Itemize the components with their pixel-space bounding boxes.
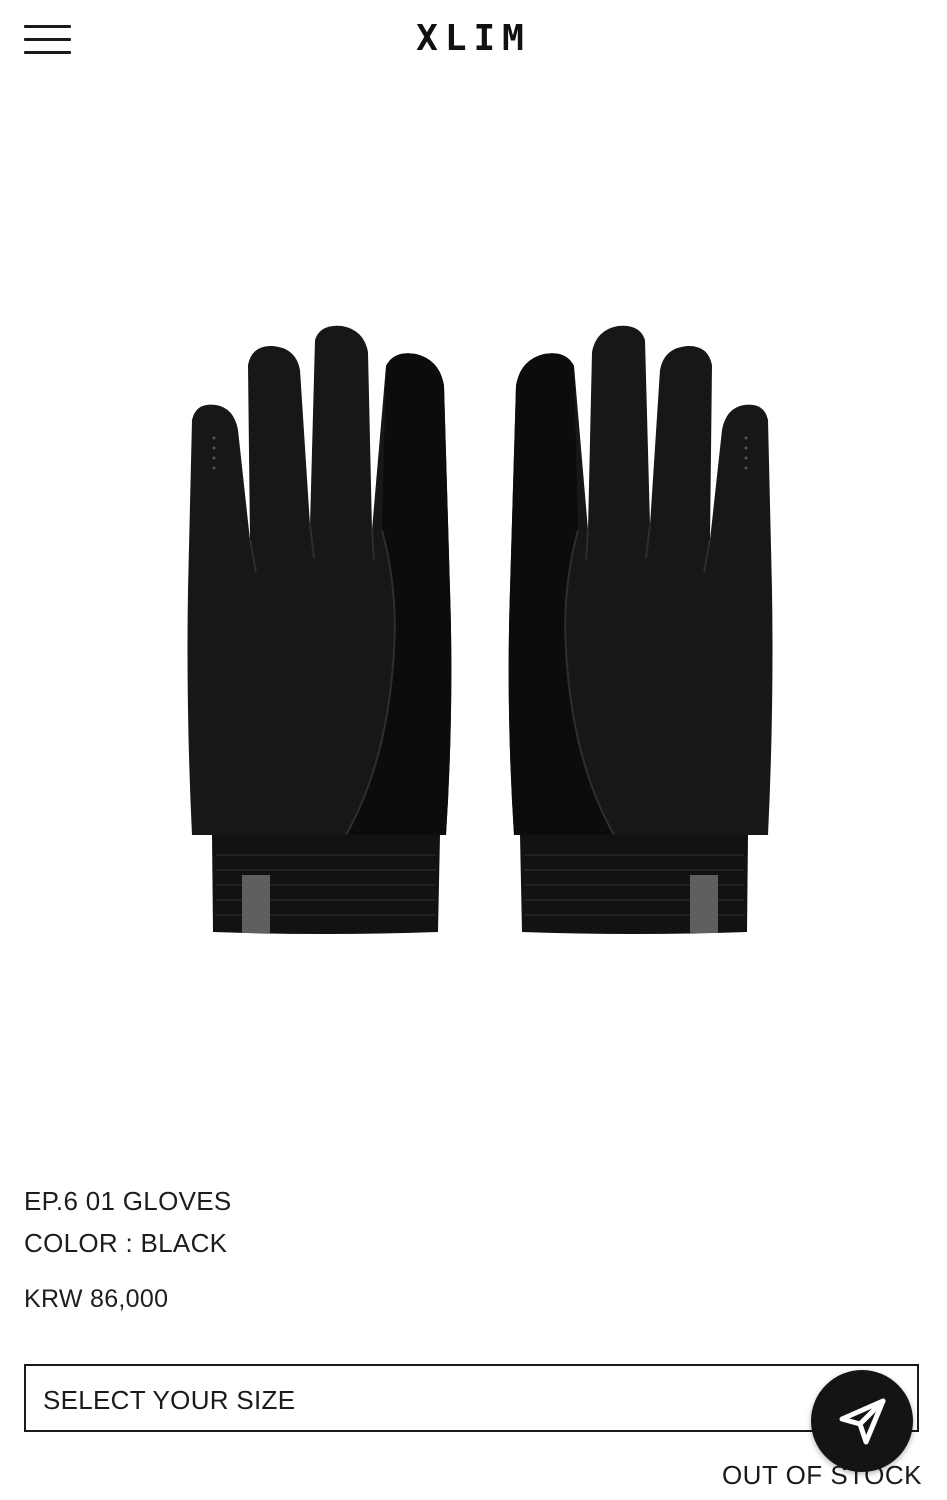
size-select-label: SELECT YOUR SIZE [43,1385,296,1415]
product-name: EP.6 01 GLOVES [24,1186,232,1216]
product-price: KRW 86,000 [24,1285,169,1313]
size-select[interactable]: SELECT YOUR SIZE [24,1364,919,1432]
header: XLIM [0,0,947,84]
product-image [186,324,774,935]
stock-status: OUT OF STOCK [721,1460,922,1490]
product-color: COLOR : BLACK [24,1228,228,1258]
brand-logo[interactable]: XLIM [0,18,947,59]
send-arrow-icon[interactable] [811,1370,913,1472]
